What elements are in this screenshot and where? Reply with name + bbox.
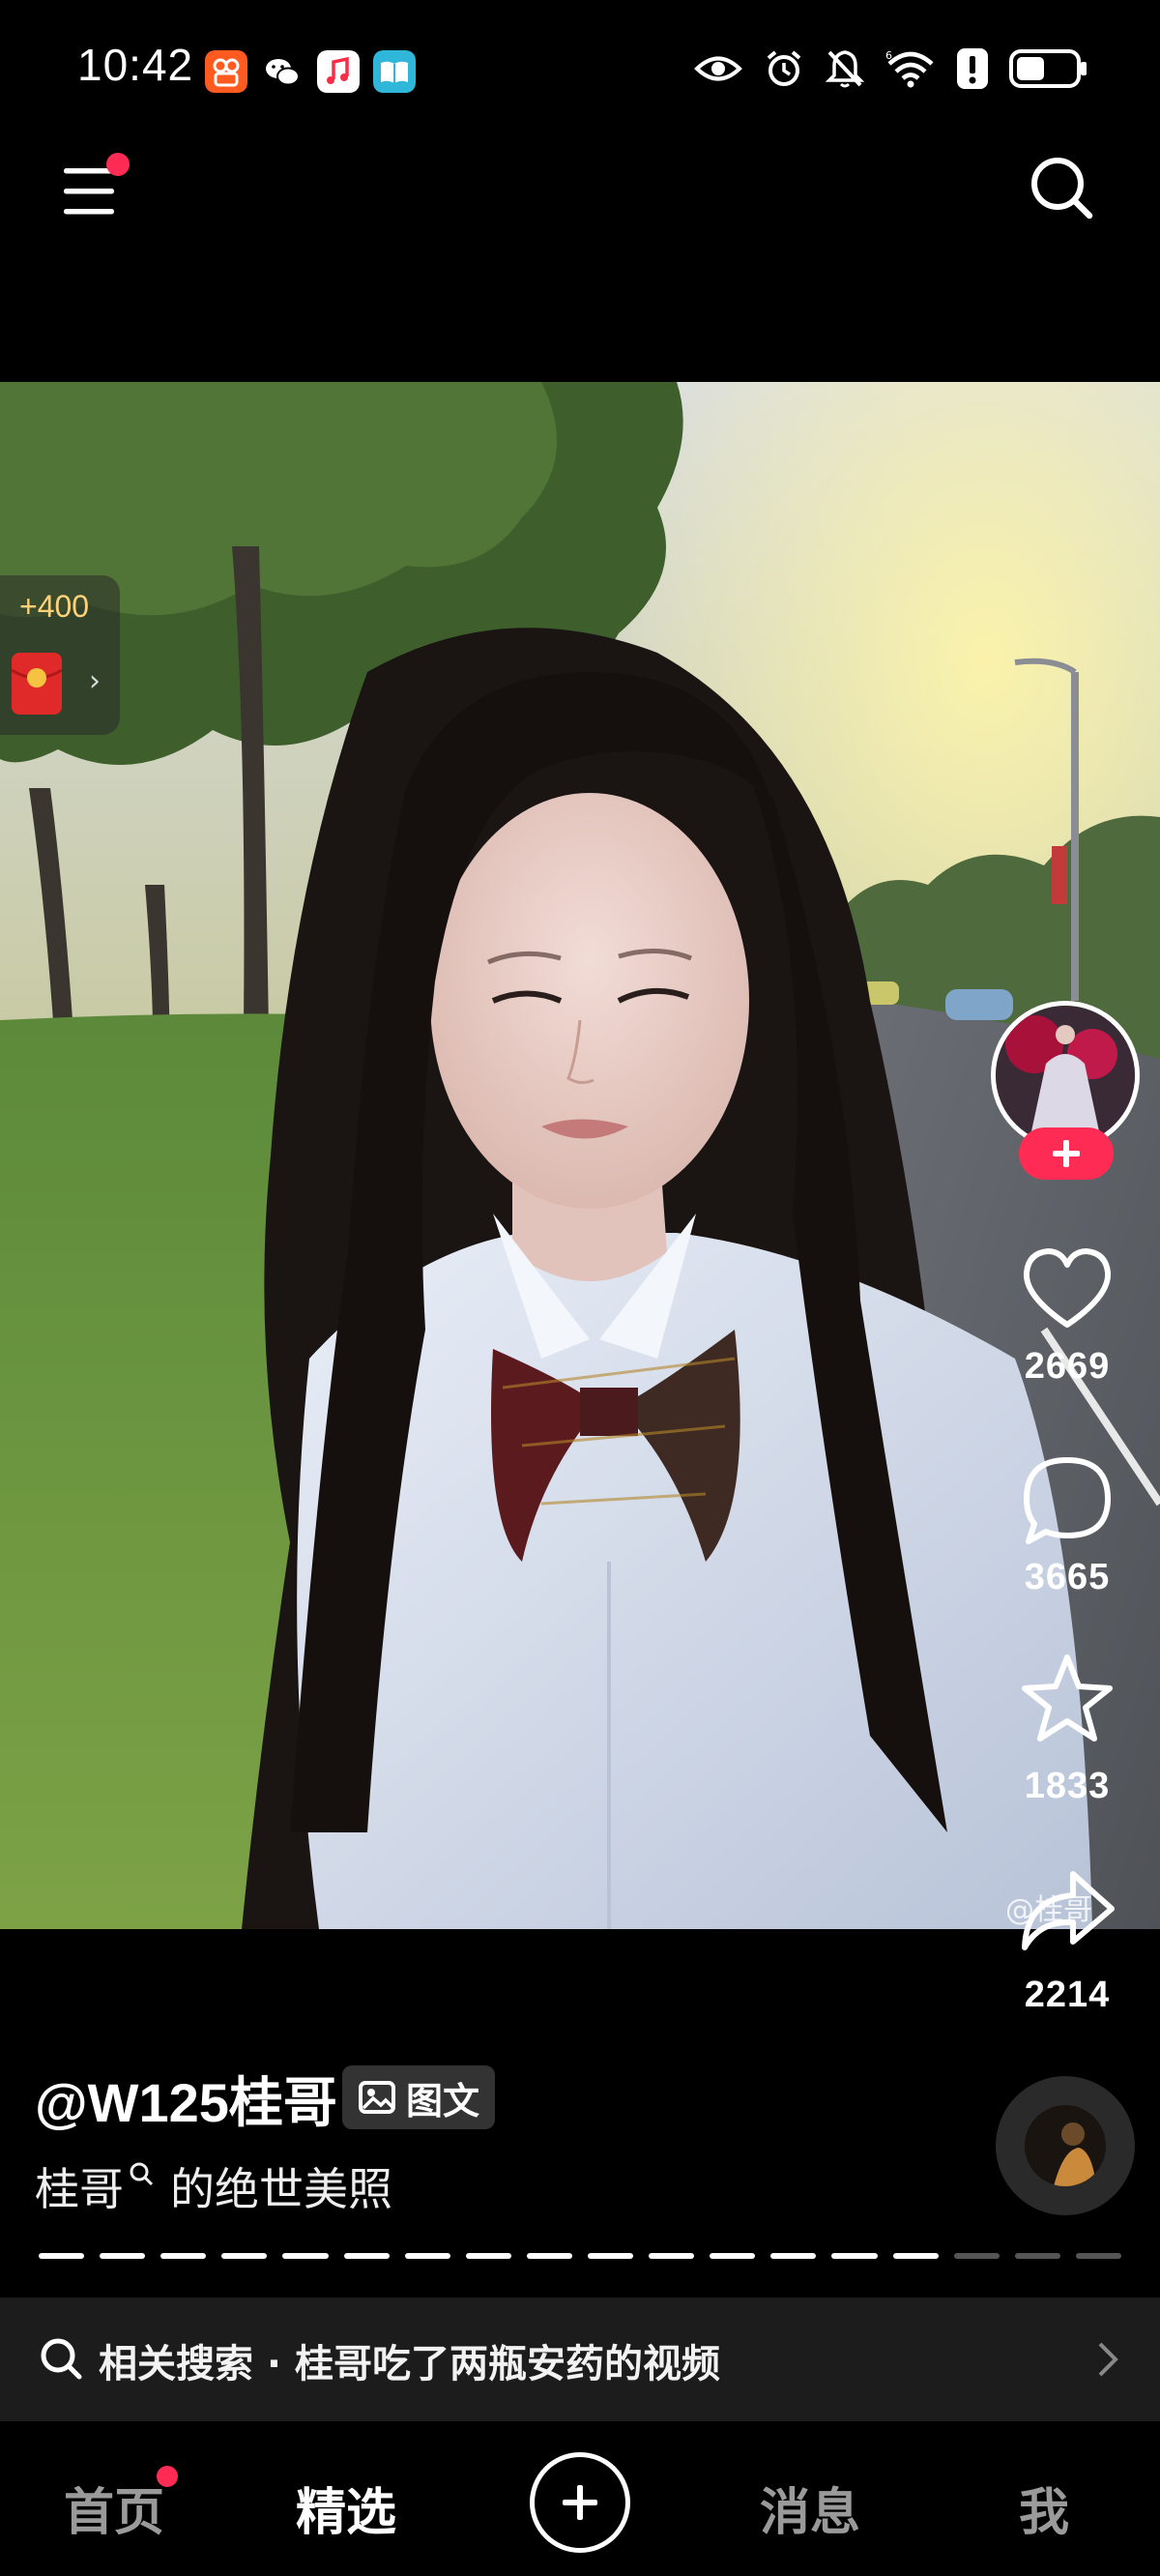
red-packet-bonus: +400: [19, 589, 90, 624]
battery-icon: [1009, 49, 1087, 88]
music-disc[interactable]: [996, 2076, 1135, 2215]
status-bar: 10:42 6: [0, 0, 1160, 135]
image-text-icon: [359, 2081, 395, 2114]
share-count: 2214: [1024, 1975, 1111, 2015]
favorite-button[interactable]: [1017, 1650, 1117, 1750]
red-packet-icon: [12, 653, 62, 715]
tab-home[interactable]: 首页: [64, 2466, 179, 2544]
progress-segment: [160, 2253, 207, 2259]
search-button[interactable]: [1029, 155, 1094, 220]
plus-icon: [1053, 1140, 1080, 1167]
progress-segment: [526, 2253, 572, 2259]
related-search-text: 相关搜索 · 桂哥吃了两瓶安药的视频: [99, 2332, 720, 2388]
like-button[interactable]: [1017, 1240, 1117, 1340]
image-progress-indicator: [39, 2253, 1121, 2259]
search-mini-icon: [130, 2162, 154, 2186]
post-photo[interactable]: [0, 382, 1160, 1929]
wifi-icon: 6: [885, 49, 934, 88]
caption-keyword-link[interactable]: 桂哥: [35, 2154, 124, 2218]
star-icon: [1022, 1654, 1113, 1742]
progress-segment: [649, 2253, 695, 2259]
notification-dot: [106, 153, 130, 176]
progress-segment: [587, 2253, 634, 2259]
status-time: 10:42: [77, 40, 194, 90]
portrait-photo: [0, 382, 1160, 1929]
follow-button[interactable]: [1019, 1127, 1114, 1180]
plus-icon: [563, 2485, 597, 2520]
progress-segment: [831, 2253, 878, 2259]
related-search-prefix: 相关搜索 ·: [99, 2342, 296, 2386]
favorite-count: 1833: [1024, 1766, 1111, 1806]
like-count: 2669: [1024, 1346, 1111, 1387]
photo-watermark: @桂哥: [1005, 1893, 1092, 1927]
progress-segment: [1075, 2253, 1121, 2259]
progress-segment: [465, 2253, 511, 2259]
wechat-app-icon: [266, 59, 300, 86]
status-app-icons: [205, 50, 416, 93]
post-type-label: 图文: [406, 2079, 480, 2122]
alarm-icon: [767, 50, 801, 86]
tab-messages[interactable]: 消息: [760, 2472, 860, 2544]
progress-segment: [1014, 2253, 1060, 2259]
chevron-right-icon: [1098, 2342, 1118, 2377]
reader-app-icon: [373, 50, 416, 93]
search-icon: [1031, 158, 1093, 220]
progress-segment: [100, 2253, 146, 2259]
progress-segment: [282, 2253, 329, 2259]
progress-segment: [221, 2253, 268, 2259]
tab-me[interactable]: 我: [1019, 2472, 1069, 2544]
related-search-query: 桂哥吃了两瓶安药的视频: [295, 2342, 721, 2386]
bottom-navigation: 首页 精选 消息 我: [0, 2421, 1160, 2576]
progress-segment: [343, 2253, 390, 2259]
related-search-bar[interactable]: 相关搜索 · 桂哥吃了两瓶安药的视频: [0, 2298, 1160, 2421]
svg-text:6: 6: [885, 49, 892, 62]
search-icon: [41, 2338, 82, 2380]
tab-featured[interactable]: 精选: [296, 2472, 396, 2544]
progress-segment: [404, 2253, 450, 2259]
status-icons: 6: [694, 48, 1088, 89]
alert-icon: [957, 48, 988, 89]
menu-button[interactable]: [60, 153, 130, 220]
mute-icon: [826, 50, 864, 88]
chevron-right-icon: ›: [89, 664, 101, 698]
music-app-icon: [317, 50, 360, 93]
comment-count: 3665: [1024, 1557, 1111, 1597]
music-cover: [1025, 2105, 1106, 2186]
comment-button[interactable]: [1017, 1450, 1117, 1551]
tab-home-label: 首页: [64, 2484, 165, 2542]
kuaishou-app-icon: [205, 50, 247, 93]
post-caption: 桂哥 的绝世美照: [35, 2154, 392, 2218]
red-packet-widget[interactable]: +400 ›: [0, 575, 120, 735]
eye-comfort-icon: [694, 56, 742, 81]
progress-segment: [710, 2253, 756, 2259]
progress-segment: [39, 2253, 85, 2259]
notification-dot: [157, 2466, 179, 2487]
progress-segment: [770, 2253, 817, 2259]
post-type-badge: 图文: [342, 2065, 496, 2129]
progress-segment: [953, 2253, 1000, 2259]
caption-text: 的绝世美照: [170, 2163, 392, 2215]
author-name[interactable]: @W125桂哥: [35, 2060, 337, 2138]
progress-segment: [892, 2253, 939, 2259]
create-post-button[interactable]: [530, 2452, 630, 2553]
comment-icon: [1024, 1457, 1111, 1544]
heart-icon: [1023, 1248, 1112, 1328]
